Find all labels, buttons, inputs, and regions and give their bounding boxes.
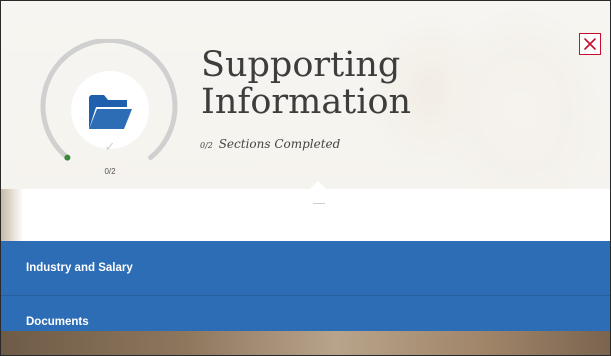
section-documents[interactable]: Documents — [1, 296, 610, 331]
sections-list: Industry and Salary Documents — [1, 241, 610, 331]
modal-frame: ✓ 0/2 Supporting Information 0/2 Section… — [0, 0, 611, 356]
check-icon: ✓ — [104, 139, 116, 154]
progress-ring-start-dot — [64, 154, 71, 161]
folder-icon-wrap — [71, 71, 149, 149]
section-label: Documents — [26, 316, 89, 328]
white-divider-band — [1, 189, 610, 241]
left-edge-photo — [1, 189, 23, 241]
progress-count: 0/2 — [104, 167, 116, 176]
page-title: Supporting Information — [201, 47, 461, 121]
sections-completed: 0/2 Sections Completed — [200, 137, 340, 151]
page-title-line1: Supporting — [201, 45, 401, 85]
folder-icon — [89, 95, 132, 129]
page-title-line2: Information — [201, 82, 412, 122]
background-photo-strip — [1, 331, 610, 355]
close-button[interactable] — [579, 33, 601, 55]
band-notch — [309, 181, 327, 190]
section-industry-and-salary[interactable]: Industry and Salary — [1, 241, 610, 296]
sections-completed-count: 0/2 — [200, 141, 213, 150]
sections-completed-label: Sections Completed — [218, 137, 341, 151]
close-icon — [584, 38, 596, 50]
band-dash — [313, 203, 325, 204]
section-label: Industry and Salary — [26, 262, 133, 274]
